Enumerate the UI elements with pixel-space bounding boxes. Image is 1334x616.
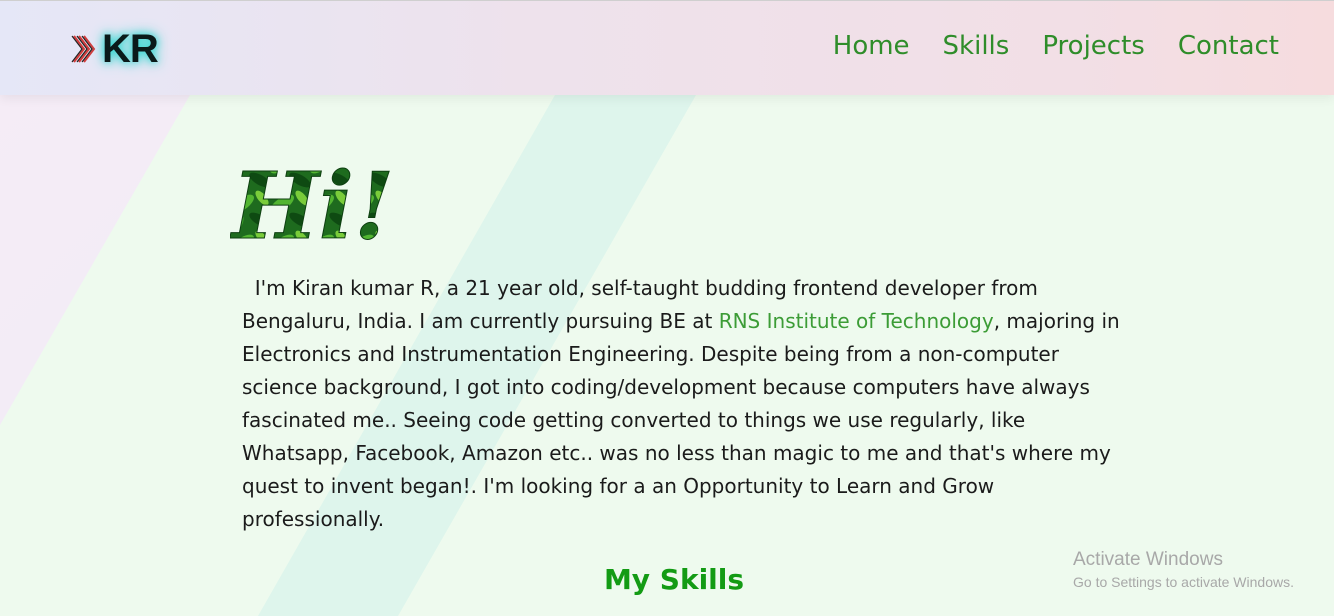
nav-home-link[interactable]: Home	[833, 31, 910, 61]
watermark-subtitle: Go to Settings to activate Windows.	[1073, 574, 1294, 590]
logo-text: KR	[102, 26, 159, 71]
intro-paragraph: I'm Kiran kumar R, a 21 year old, self-t…	[242, 272, 1132, 536]
nav-skills-link[interactable]: Skills	[943, 31, 1010, 61]
greeting-heading: Hi!	[230, 152, 390, 251]
greeting-text: Hi!	[230, 152, 390, 250]
intro-text-part2: , majoring in Electronics and Instrument…	[242, 309, 1120, 531]
main-nav: Home Skills Projects Contact	[833, 31, 1279, 61]
site-header: KR Home Skills Projects Contact	[0, 0, 1334, 95]
activate-windows-watermark: Activate Windows Go to Settings to activ…	[1073, 549, 1294, 592]
nav-projects-link[interactable]: Projects	[1042, 31, 1145, 61]
nav-contact-link[interactable]: Contact	[1178, 31, 1279, 61]
chevron-right-icon	[71, 35, 96, 63]
watermark-title: Activate Windows	[1073, 549, 1223, 570]
background-stripe-left	[0, 95, 190, 425]
site-logo[interactable]: KR	[70, 26, 159, 71]
college-link[interactable]: RNS Institute of Technology	[719, 309, 994, 333]
